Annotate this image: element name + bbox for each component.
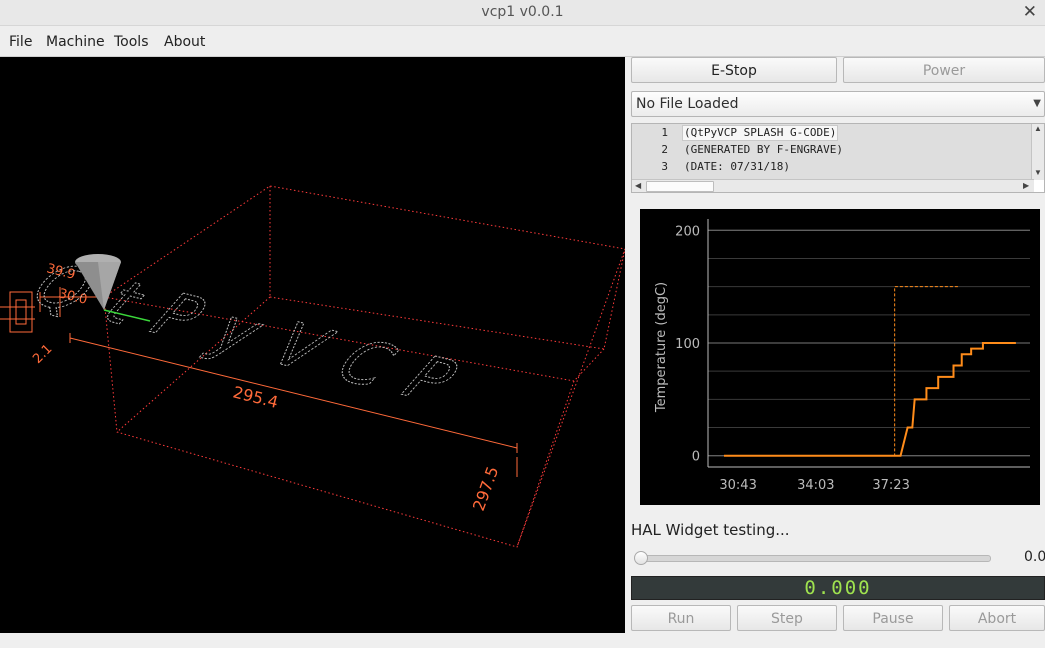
y-tick-label: 0 <box>692 450 700 465</box>
file-select-value: No File Loaded <box>636 96 739 112</box>
scroll-down-icon[interactable]: ▼ <box>1034 168 1042 177</box>
hal-label: HAL Widget testing... <box>631 521 790 539</box>
line-text: (DATE: 07/31/18) <box>684 160 790 173</box>
menu-tools[interactable]: Tools <box>114 34 149 50</box>
vertical-scrollbar[interactable]: ▲ ▼ <box>1031 124 1044 180</box>
gcode-lines: 1 (QtPyVCP SPLASH G-CODE) 2 (GENERATED B… <box>632 124 1034 180</box>
x-tick-labels: 30:43 34:03 37:23 <box>719 478 909 493</box>
gcode-editor[interactable]: 1 (QtPyVCP SPLASH G-CODE) 2 (GENERATED B… <box>631 123 1045 193</box>
scroll-thumb[interactable] <box>646 181 714 192</box>
pause-button[interactable]: Pause <box>843 605 943 631</box>
x-tick-label: 34:03 <box>797 478 834 493</box>
window-title: vcp1 v0.0.1 <box>481 4 564 20</box>
x-tick-label: 37:23 <box>872 478 909 493</box>
y-dimension-label: 297.5 <box>469 464 503 514</box>
line-number: 3 <box>661 160 668 173</box>
power-button[interactable]: Power <box>843 57 1045 83</box>
menu-file[interactable]: File <box>9 34 32 50</box>
step-button[interactable]: Step <box>737 605 837 631</box>
backplot-canvas: 295.4 297.5 2.1 39.9 30.0 QtPyVCP <box>0 185 625 548</box>
scroll-up-icon[interactable]: ▲ <box>1034 124 1042 133</box>
abort-button[interactable]: Abort <box>949 605 1045 631</box>
menu-about[interactable]: About <box>164 34 205 50</box>
chevron-down-icon: ▼ <box>1033 98 1041 109</box>
hal-slider-handle[interactable] <box>634 551 648 565</box>
hal-slider-value: 0.0 <box>1024 549 1045 565</box>
temperature-chart: 0 100 200 30:43 34:03 37:23 Temperature (deg… <box>654 219 1030 493</box>
hal-slider-track[interactable] <box>636 555 991 562</box>
line-text: (GENERATED BY F-ENGRAVE) <box>684 143 843 156</box>
y-axis-label: Temperature (degC) <box>654 282 669 413</box>
run-button[interactable]: Run <box>631 605 731 631</box>
scroll-left-icon[interactable]: ◀ <box>635 181 641 190</box>
y-tick-labels: 0 100 200 <box>675 224 700 464</box>
menu-bar: File Machine Tools About <box>0 26 1045 57</box>
x-dimension-label: 295.4 <box>231 382 280 412</box>
x-tick-label: 30:43 <box>719 478 756 493</box>
horizontal-scrollbar[interactable]: ◀ ▶ <box>632 179 1034 192</box>
title-bar: vcp1 v0.0.1 ✕ <box>0 0 1045 26</box>
scroll-right-icon[interactable]: ▶ <box>1023 181 1029 190</box>
line-text: (QtPyVCP SPLASH G-CODE) <box>682 125 839 141</box>
lcd-readout: 0.000 <box>631 576 1045 600</box>
y-tick-label: 200 <box>675 224 700 239</box>
z-dimension-label: 2.1 <box>30 342 55 367</box>
estop-button[interactable]: E-Stop <box>631 57 837 83</box>
close-icon[interactable]: ✕ <box>1023 2 1037 22</box>
line-number: 2 <box>661 143 668 156</box>
line-number: 1 <box>661 126 668 139</box>
y-tick-label: 100 <box>675 337 700 352</box>
file-select[interactable]: No File Loaded ▼ <box>631 91 1045 117</box>
control-panel: E-Stop Power No File Loaded ▼ 1 (QtPyVCP… <box>626 57 1045 648</box>
chart-grid <box>708 229 1030 457</box>
temperature-plot[interactable]: 0 100 200 30:43 34:03 37:23 Temperature (deg… <box>640 209 1040 505</box>
menu-machine[interactable]: Machine <box>46 34 105 50</box>
backplot-viewport[interactable]: 295.4 297.5 2.1 39.9 30.0 QtPyVCP <box>0 57 625 633</box>
